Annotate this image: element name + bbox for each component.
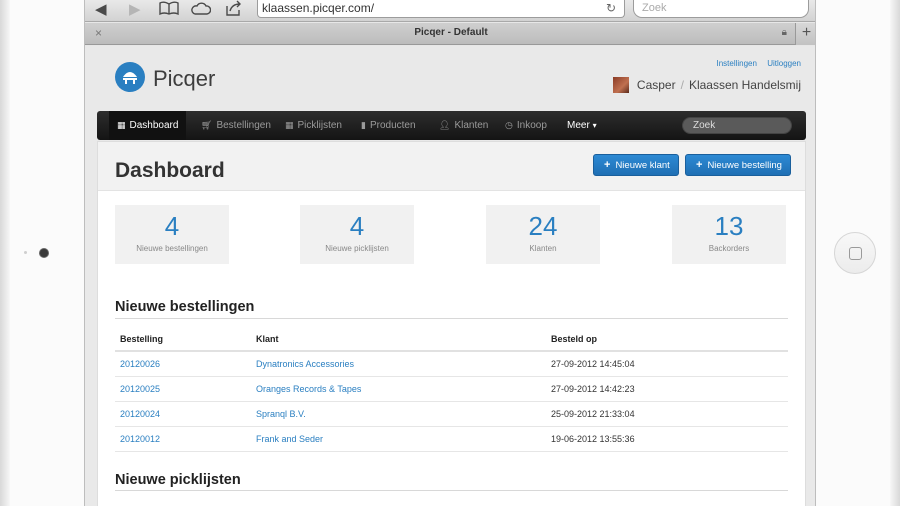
reload-icon[interactable]: ↻ xyxy=(606,0,616,16)
table-row[interactable]: 20120025 Oranges Records & Tapes 27-09-2… xyxy=(115,377,788,402)
stat-value: 4 xyxy=(164,211,180,241)
stat-new-orders[interactable]: 4 Nieuwe bestellingen xyxy=(115,205,229,264)
bezel-edge-left xyxy=(0,0,10,506)
browser-toolbar: ◀ ▶ klaassen.picqer.com/ ↻ Zoek xyxy=(85,0,815,22)
new-customer-button[interactable]: + Nieuwe klant xyxy=(593,154,679,176)
share-icon[interactable] xyxy=(225,0,243,18)
avatar[interactable] xyxy=(612,77,629,93)
section-divider xyxy=(115,318,788,319)
document-icon: ▮ xyxy=(361,121,366,131)
nav-label: Klanten xyxy=(454,120,489,131)
stat-label: Backorders xyxy=(708,244,750,253)
logo-text: Picqer xyxy=(153,66,216,91)
browser-search-field[interactable]: Zoek xyxy=(633,0,809,18)
column-header[interactable]: Bestelling xyxy=(120,327,163,351)
nav-label: Bestellingen xyxy=(216,120,271,131)
nav-label: Inkoop xyxy=(516,120,547,131)
stat-value: 13 xyxy=(714,211,744,241)
company-name[interactable]: Klaassen Handelsmij xyxy=(689,78,801,92)
book-icon[interactable] xyxy=(159,0,179,18)
tab-title[interactable]: Picqer - Default xyxy=(85,27,815,38)
stat-customers[interactable]: 24 Klanten xyxy=(486,205,600,264)
back-arrow-icon[interactable]: ◀ xyxy=(95,0,107,18)
url-text: klaassen.picqer.com/ xyxy=(262,1,375,15)
nav-label: Producten xyxy=(369,120,416,131)
grid-icon: ▦ xyxy=(117,121,126,131)
lock-icon: 🔒︎ xyxy=(781,27,787,38)
home-button[interactable] xyxy=(834,232,876,274)
plus-icon: + xyxy=(696,159,703,171)
order-number-link[interactable]: 20120012 xyxy=(120,427,160,451)
customer-link[interactable]: Dynatronics Accessories xyxy=(256,352,354,376)
user-name[interactable]: Casper xyxy=(637,78,676,92)
order-date: 27-09-2012 14:42:23 xyxy=(551,384,635,394)
nav-inkoop[interactable]: ◷ Inkoop xyxy=(505,111,547,140)
stat-label: Nieuwe picklijsten xyxy=(325,244,389,253)
cart-icon: 🛒︎ xyxy=(201,121,213,131)
customer-link[interactable]: Spranql B.V. xyxy=(256,402,306,426)
list-grid-icon: ▦ xyxy=(285,121,294,131)
order-date: 25-09-2012 21:33:04 xyxy=(551,409,635,419)
screen: ◀ ▶ klaassen.picqer.com/ ↻ Zoek × Picqer… xyxy=(84,0,816,506)
clock-icon: ◷ xyxy=(505,121,513,131)
order-number-link[interactable]: 20120024 xyxy=(120,402,160,426)
home-square-icon xyxy=(849,247,862,260)
bezel-edge-right xyxy=(890,0,900,506)
customer-link[interactable]: Frank and Seder xyxy=(256,427,323,451)
new-order-button[interactable]: + Nieuwe bestelling xyxy=(685,154,791,176)
stat-label: Nieuwe bestellingen xyxy=(136,244,208,253)
plus-icon: + xyxy=(604,159,611,171)
nav-label: Dashboard xyxy=(129,120,179,131)
column-header[interactable]: Besteld op xyxy=(551,327,597,351)
nav-meer[interactable]: Meer ▾ xyxy=(567,111,597,140)
top-links: Instellingen Uitloggen xyxy=(708,59,801,68)
url-field[interactable]: klaassen.picqer.com/ ↻ xyxy=(257,0,625,18)
main-navbar: ▦ Dashboard 🛒︎ Bestellingen ▦ Picklijsten ▮… xyxy=(97,111,806,140)
page-title: Dashboard xyxy=(115,159,225,182)
order-date: 27-09-2012 14:45:04 xyxy=(551,359,635,369)
orders-table-header: Bestelling Klant Besteld op xyxy=(115,327,788,352)
stat-label: Klanten xyxy=(529,244,557,253)
new-tab-button[interactable]: + xyxy=(795,23,815,45)
order-number-link[interactable]: 20120025 xyxy=(120,377,160,401)
order-date: 19-06-2012 13:55:36 xyxy=(551,434,635,444)
nav-label: Picklijsten xyxy=(297,120,342,131)
light-sensor xyxy=(24,251,27,254)
settings-link[interactable]: Instellingen xyxy=(716,59,756,68)
content-header: Dashboard + Nieuwe klant + Nieuwe bestelli… xyxy=(98,142,805,191)
nav-klanten[interactable]: 👤︎ Klanten xyxy=(439,111,488,140)
picqer-logo-icon xyxy=(115,62,145,92)
picklists-section-title: Nieuwe picklijsten xyxy=(115,472,241,488)
nav-search-input[interactable]: Zoek xyxy=(682,117,792,134)
stat-value: 4 xyxy=(349,211,365,241)
plus-icon: + xyxy=(801,24,812,41)
logout-link[interactable]: Uitloggen xyxy=(767,59,801,68)
user-info: Casper / Klaassen Handelsmij xyxy=(612,76,801,94)
user-separator: / xyxy=(680,78,684,92)
cloud-icon[interactable] xyxy=(191,0,212,18)
customer-link[interactable]: Oranges Records & Tapes xyxy=(256,377,361,401)
column-header[interactable]: Klant xyxy=(256,327,279,351)
user-icon: 👤︎ xyxy=(439,121,451,131)
button-label: Nieuwe bestelling xyxy=(707,160,782,171)
button-label: Nieuwe klant xyxy=(615,160,670,171)
caret-down-icon: ▾ xyxy=(592,121,597,130)
table-row[interactable]: 20120024 Spranql B.V. 25-09-2012 21:33:0… xyxy=(115,402,788,427)
nav-bestellingen[interactable]: 🛒︎ Bestellingen xyxy=(201,111,271,140)
orders-section-title: Nieuwe bestellingen xyxy=(115,299,255,315)
order-number-link[interactable]: 20120026 xyxy=(120,352,160,376)
table-row[interactable]: 20120026 Dynatronics Accessories 27-09-2… xyxy=(115,352,788,377)
stat-backorders[interactable]: 13 Backorders xyxy=(672,205,786,264)
front-camera xyxy=(40,249,48,257)
stat-new-picklists[interactable]: 4 Nieuwe picklijsten xyxy=(300,205,414,264)
nav-producten[interactable]: ▮ Producten xyxy=(361,111,416,140)
forward-arrow-icon[interactable]: ▶ xyxy=(129,0,141,18)
section-divider xyxy=(115,490,788,491)
tab-bar: × Picqer - Default 🔒︎ + xyxy=(85,23,815,45)
nav-dashboard[interactable]: ▦ Dashboard xyxy=(109,111,187,140)
nav-picklijsten[interactable]: ▦ Picklijsten xyxy=(285,111,342,140)
table-row[interactable]: 20120012 Frank and Seder 19-06-2012 13:5… xyxy=(115,427,788,452)
nav-label: Meer xyxy=(567,120,590,131)
stat-value: 24 xyxy=(528,211,558,241)
